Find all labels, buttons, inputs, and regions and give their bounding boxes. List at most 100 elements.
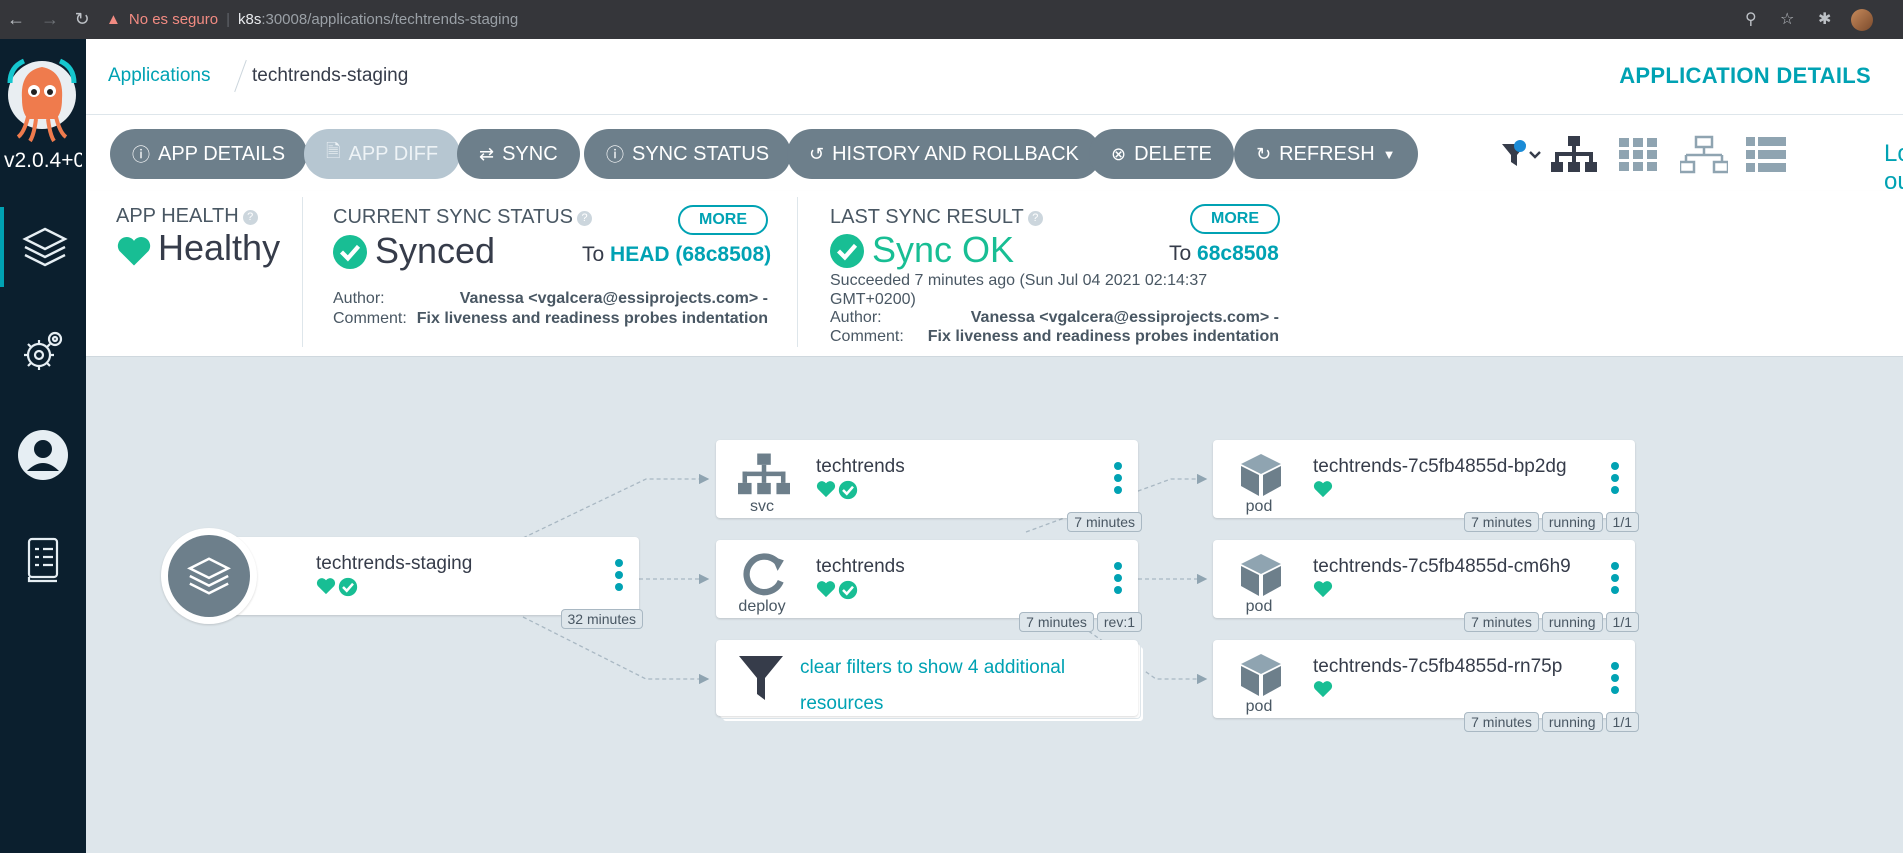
sidebar-item-settings[interactable] (0, 311, 86, 391)
delete-icon: ⊗ (1111, 143, 1127, 164)
breadcrumb-current: techtrends-staging (252, 65, 409, 86)
current-sync-label: CURRENT SYNC STATUS? (333, 206, 593, 229)
zoom-icon[interactable]: ⚲ (1745, 9, 1757, 29)
age-tag: 7 minutes (1067, 512, 1142, 532)
delete-button[interactable]: ⊗ DELETE (1089, 129, 1234, 179)
help-icon[interactable]: ? (242, 210, 258, 225)
history-rollback-button[interactable]: ↺ HISTORY AND ROLLBACK (787, 129, 1101, 179)
refresh-icon: ↻ (1256, 143, 1272, 164)
reload-icon[interactable]: ↻ (72, 9, 92, 29)
status-tag: running (1541, 712, 1603, 732)
current-sync-more-button[interactable]: MORE (678, 205, 768, 235)
status-tag: running (1541, 512, 1603, 532)
list-view-icon[interactable] (1744, 135, 1788, 175)
caret-down-icon: ▼ (1382, 146, 1396, 162)
svc-node[interactable]: svc techtrends 7 minutes (716, 440, 1142, 532)
kebab-menu-icon[interactable] (1611, 462, 1619, 494)
version-label: v2.0.4+0 (4, 149, 82, 172)
kind-label: svc (750, 498, 774, 515)
address-bar[interactable]: ▲ No es seguro | k8s:30008/applications/… (106, 6, 1806, 33)
check-circle-icon (333, 235, 367, 269)
node-name: techtrends (816, 556, 905, 577)
pod-node[interactable]: pod techtrends-7c5fb4855d-rn75p 7 minute… (1213, 640, 1639, 732)
bookmark-star-icon[interactable]: ☆ (1780, 9, 1794, 29)
comment-label: Comment: (830, 328, 904, 345)
filter-notice-node[interactable]: clear filters to show 4 additional resou… (716, 640, 1144, 722)
url-text: k8s:30008/applications/techtrends-stagin… (237, 11, 519, 28)
app-health-value: Healthy (158, 227, 281, 268)
author-value: Vanessa <vgalcera@essiprojects.com> - (459, 290, 768, 307)
app-details-button[interactable]: ⓘ APP DETAILS (110, 129, 308, 179)
extensions-icon[interactable]: ✱ (1818, 9, 1831, 29)
user-icon (18, 430, 68, 480)
revision-link[interactable]: 68c8508 (1197, 242, 1279, 265)
kebab-menu-icon[interactable] (1114, 562, 1122, 594)
refresh-button[interactable]: ↻ REFRESH ▼ (1234, 129, 1418, 179)
health-sync-icons (816, 580, 858, 600)
clear-filters-link[interactable]: clear filters to show 4 additional resou… (800, 650, 1100, 722)
url-divider: | (226, 11, 230, 28)
heart-icon (1313, 681, 1333, 698)
pod-cube-icon (1241, 554, 1281, 596)
check-circle-icon (838, 580, 858, 600)
sidebar-item-documentation[interactable] (0, 519, 86, 599)
health-sync-icons (816, 480, 858, 500)
kebab-menu-icon[interactable] (1114, 462, 1122, 494)
history-icon: ↺ (809, 143, 825, 164)
network-view-icon[interactable] (1679, 135, 1729, 175)
node-name: techtrends (816, 456, 905, 477)
status-tag: running (1541, 612, 1603, 632)
ready-tag: 1/1 (1605, 612, 1639, 632)
pod-cube-icon (1241, 654, 1281, 696)
divider (302, 197, 303, 347)
age-tag: 7 minutes (1464, 712, 1539, 732)
kind-label: deploy (738, 598, 786, 615)
pod-node[interactable]: pod techtrends-7c5fb4855d-bp2dg 7 minute… (1213, 440, 1639, 532)
gears-icon (24, 331, 63, 370)
app-node-icon (161, 528, 257, 624)
age-tag: 7 minutes (1464, 612, 1539, 632)
security-label: No es seguro (128, 11, 219, 28)
help-icon[interactable]: ? (1027, 211, 1043, 226)
age-tag: 32 minutes (560, 609, 643, 629)
logout-link[interactable]: Log out (1884, 140, 1903, 196)
author-value: Vanessa <vgalcera@essiprojects.com> - (970, 309, 1279, 326)
sidebar-item-applications[interactable] (0, 207, 86, 287)
grid-view-icon[interactable] (1616, 135, 1660, 175)
health-icons (1313, 480, 1333, 498)
help-icon[interactable]: ? (577, 211, 593, 226)
back-icon[interactable]: ← (6, 9, 26, 29)
app-health-label: APP HEALTH? (116, 205, 258, 228)
pod-node[interactable]: pod techtrends-7c5fb4855d-cm6h9 7 minute… (1213, 540, 1639, 632)
app-node-name: techtrends-staging (316, 553, 473, 574)
filter-notice-card[interactable]: clear filters to show 4 additional resou… (716, 640, 1138, 716)
heart-icon (816, 581, 836, 598)
node-name: techtrends-7c5fb4855d-rn75p (1313, 656, 1563, 677)
sidebar: v2.0.4+0 (0, 39, 86, 853)
tree-view-icon[interactable] (1550, 135, 1598, 175)
revision-tag: rev:1 (1096, 612, 1142, 632)
sync-button[interactable]: ⇄ SYNC (457, 129, 580, 179)
breadcrumb-applications[interactable]: Applications (108, 65, 210, 87)
deploy-node[interactable]: deploy techtrends 7 minutes rev:1 (716, 540, 1142, 632)
author-label: Author: (333, 290, 385, 307)
kebab-menu-icon[interactable] (615, 559, 623, 591)
app-node[interactable]: techtrends-staging 32 minutes (161, 528, 643, 629)
kebab-menu-icon[interactable] (1611, 662, 1619, 694)
heart-icon (117, 237, 151, 266)
kind-label: pod (1245, 598, 1273, 615)
sidebar-item-user-info[interactable] (0, 415, 86, 495)
revision-link[interactable]: HEAD (68c8508) (610, 243, 771, 266)
action-toolbar: ⓘ APP DETAILS 🗎 APP DIFF ⇄ SYNC ⓘ SYNC STATU… (86, 115, 1903, 195)
divider (797, 197, 798, 347)
sync-icon: ⇄ (479, 143, 495, 164)
filter-dropdown-icon[interactable] (1500, 135, 1542, 175)
app-diff-button[interactable]: 🗎 APP DIFF (304, 129, 461, 179)
profile-avatar[interactable] (1851, 9, 1873, 31)
info-icon: ⓘ (132, 145, 150, 165)
sync-status-button[interactable]: ⓘ SYNC STATUS (584, 129, 792, 179)
last-sync-more-button[interactable]: MORE (1190, 204, 1280, 234)
forward-icon[interactable]: → (40, 9, 60, 29)
kebab-menu-icon[interactable] (1611, 562, 1619, 594)
node-name: techtrends-7c5fb4855d-bp2dg (1313, 456, 1567, 477)
